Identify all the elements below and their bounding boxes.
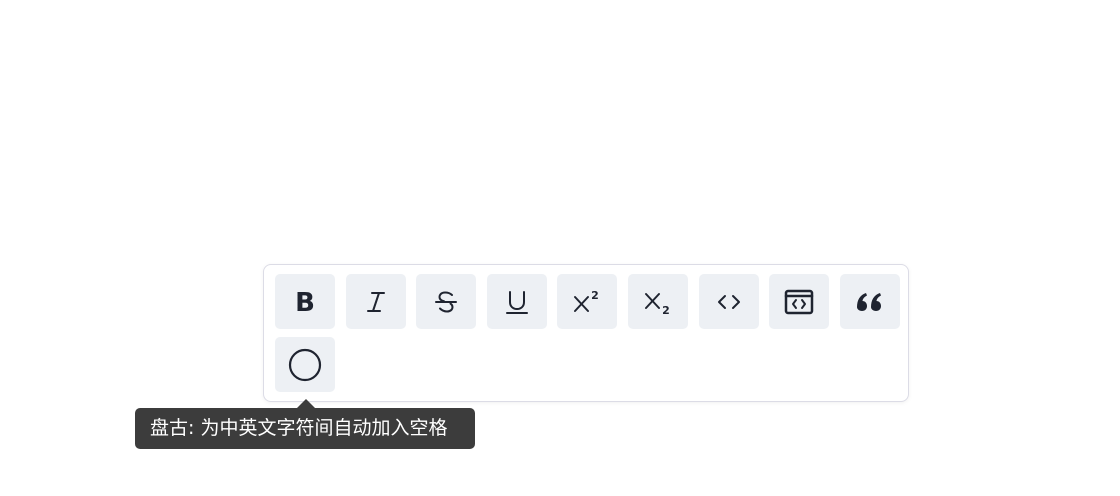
code-block-button[interactable] — [769, 274, 829, 329]
superscript-button[interactable]: 2 — [557, 274, 617, 329]
underline-icon — [503, 288, 531, 316]
code-icon — [713, 288, 745, 316]
pangu-button[interactable] — [275, 337, 335, 392]
subscript-icon: 2 — [642, 288, 674, 316]
quote-button[interactable] — [840, 274, 900, 329]
pangu-tooltip: 盘古: 为中英文字符间自动加入空格 — [135, 408, 475, 449]
bold-button[interactable]: B — [275, 274, 335, 329]
quote-icon — [854, 288, 886, 316]
strikethrough-button[interactable] — [416, 274, 476, 329]
tooltip-text: 盘古: 为中英文字符间自动加入空格 — [150, 417, 448, 439]
bold-icon: B — [291, 288, 319, 316]
circle-icon — [287, 347, 323, 383]
svg-text:2: 2 — [662, 304, 670, 316]
italic-icon — [362, 288, 390, 316]
svg-text:B: B — [295, 288, 315, 316]
code-block-icon — [783, 288, 815, 316]
inline-code-button[interactable] — [699, 274, 759, 329]
strikethrough-icon — [432, 288, 460, 316]
superscript-icon: 2 — [571, 288, 603, 316]
svg-text:2: 2 — [591, 289, 599, 302]
italic-button[interactable] — [346, 274, 406, 329]
subscript-button[interactable]: 2 — [628, 274, 688, 329]
underline-button[interactable] — [487, 274, 547, 329]
